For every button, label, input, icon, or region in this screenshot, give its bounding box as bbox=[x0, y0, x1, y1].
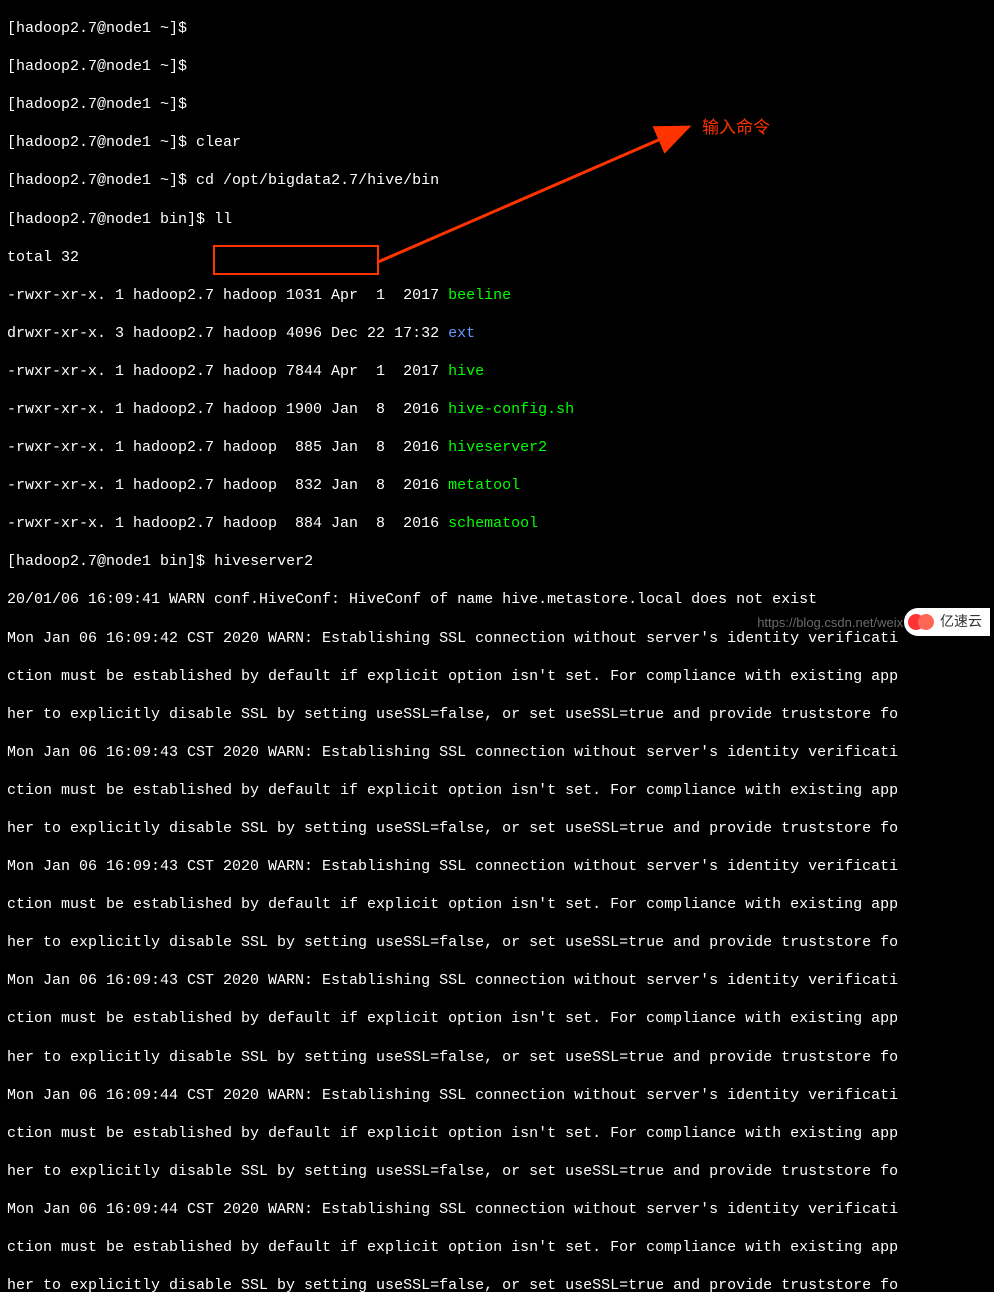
prompt-line-cd: [hadoop2.7@node1 ~]$ cd /opt/bigdata2.7/… bbox=[7, 171, 987, 190]
ssl-warn-line: ction must be established by default if … bbox=[7, 667, 987, 686]
ssl-warn-line: ction must be established by default if … bbox=[7, 1009, 987, 1028]
ssl-warn-line: ction must be established by default if … bbox=[7, 781, 987, 800]
logo-text: 亿速云 bbox=[940, 613, 982, 631]
ssl-warn-line: Mon Jan 06 16:09:43 CST 2020 WARN: Estab… bbox=[7, 971, 987, 990]
file-row: -rwxr-xr-x. 1 hadoop2.7 hadoop 1900 Jan … bbox=[7, 400, 987, 419]
annotation-label: 输入命令 bbox=[702, 117, 770, 139]
warn-line: 20/01/06 16:09:41 WARN conf.HiveConf: Hi… bbox=[7, 590, 987, 609]
file-row: -rwxr-xr-x. 1 hadoop2.7 hadoop 884 Jan 8… bbox=[7, 514, 987, 533]
prompt-line: [hadoop2.7@node1 ~]$ bbox=[7, 19, 987, 38]
ssl-warn-line: her to explicitly disable SSL by setting… bbox=[7, 819, 987, 838]
ssl-warn-line: Mon Jan 06 16:09:44 CST 2020 WARN: Estab… bbox=[7, 1200, 987, 1219]
ssl-warn-line: ction must be established by default if … bbox=[7, 1124, 987, 1143]
ssl-warn-line: Mon Jan 06 16:09:43 CST 2020 WARN: Estab… bbox=[7, 743, 987, 762]
prompt-line: [hadoop2.7@node1 ~]$ bbox=[7, 57, 987, 76]
ssl-warn-line: Mon Jan 06 16:09:44 CST 2020 WARN: Estab… bbox=[7, 1086, 987, 1105]
ssl-warn-line: her to explicitly disable SSL by setting… bbox=[7, 1276, 987, 1292]
prompt-line-ll: [hadoop2.7@node1 bin]$ ll bbox=[7, 210, 987, 229]
file-name: hiveserver2 bbox=[448, 439, 547, 456]
file-row: -rwxr-xr-x. 1 hadoop2.7 hadoop 885 Jan 8… bbox=[7, 438, 987, 457]
ssl-warn-line: ction must be established by default if … bbox=[7, 895, 987, 914]
file-name: schematool bbox=[448, 515, 538, 532]
ssl-warn-line: Mon Jan 06 16:09:42 CST 2020 WARN: Estab… bbox=[7, 629, 987, 648]
terminal-output[interactable]: [hadoop2.7@node1 ~]$ [hadoop2.7@node1 ~]… bbox=[7, 0, 987, 1292]
file-row: -rwxr-xr-x. 1 hadoop2.7 hadoop 832 Jan 8… bbox=[7, 476, 987, 495]
logo-badge: 亿速云 bbox=[904, 608, 990, 636]
ssl-warn-line: her to explicitly disable SSL by setting… bbox=[7, 1162, 987, 1181]
watermark-text: https://blog.csdn.net/weix... bbox=[757, 615, 914, 632]
logo-icon bbox=[908, 612, 936, 632]
prompt-line: [hadoop2.7@node1 ~]$ bbox=[7, 95, 987, 114]
file-name: metatool bbox=[448, 477, 520, 494]
prompt-line-hiveserver2: [hadoop2.7@node1 bin]$ hiveserver2 bbox=[7, 552, 987, 571]
file-name: beeline bbox=[448, 287, 511, 304]
ssl-warn-line: her to explicitly disable SSL by setting… bbox=[7, 1048, 987, 1067]
ssl-warn-line: her to explicitly disable SSL by setting… bbox=[7, 933, 987, 952]
ssl-warn-line: her to explicitly disable SSL by setting… bbox=[7, 705, 987, 724]
ssl-warn-line: Mon Jan 06 16:09:43 CST 2020 WARN: Estab… bbox=[7, 857, 987, 876]
file-name: hive-config.sh bbox=[448, 401, 574, 418]
file-row: -rwxr-xr-x. 1 hadoop2.7 hadoop 7844 Apr … bbox=[7, 362, 987, 381]
total-line: total 32 bbox=[7, 248, 987, 267]
prompt-line-clear: [hadoop2.7@node1 ~]$ clear bbox=[7, 133, 987, 152]
ssl-warn-line: ction must be established by default if … bbox=[7, 1238, 987, 1257]
file-row: -rwxr-xr-x. 1 hadoop2.7 hadoop 1031 Apr … bbox=[7, 286, 987, 305]
file-row: drwxr-xr-x. 3 hadoop2.7 hadoop 4096 Dec … bbox=[7, 324, 987, 343]
dir-name: ext bbox=[448, 325, 475, 342]
file-name: hive bbox=[448, 363, 484, 380]
